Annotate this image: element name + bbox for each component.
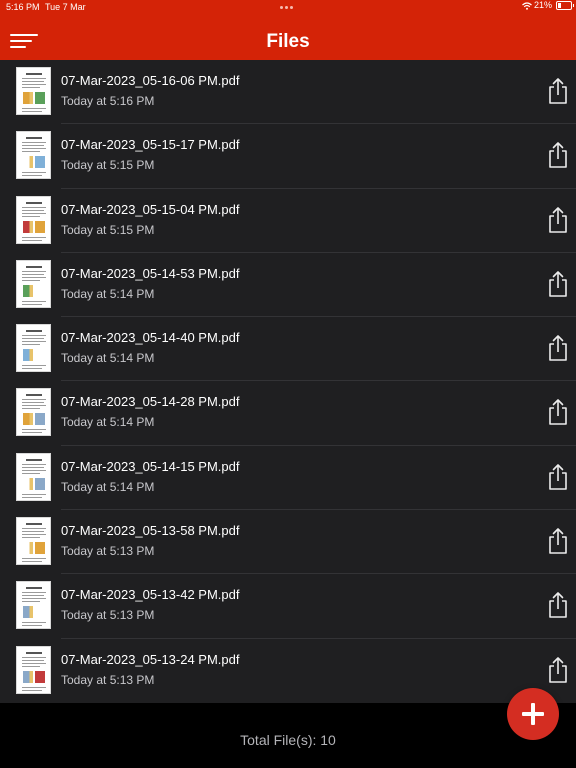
file-list[interactable]: 07-Mar-2023_05-16-06 PM.pdf Today at 5:1… <box>0 60 576 703</box>
file-name: 07-Mar-2023_05-14-40 PM.pdf <box>61 330 240 346</box>
file-name: 07-Mar-2023_05-14-15 PM.pdf <box>61 458 240 474</box>
pdf-thumbnail <box>16 388 51 437</box>
share-icon[interactable] <box>547 77 569 105</box>
pdf-thumbnail <box>16 581 51 630</box>
share-icon[interactable] <box>547 463 569 491</box>
share-icon[interactable] <box>547 591 569 619</box>
pdf-thumbnail <box>16 131 51 180</box>
pdf-thumbnail <box>16 324 51 373</box>
files-screen: 5:16 PM Tue 7 Mar 21% Files 07-Mar-2023_… <box>0 0 576 768</box>
file-modified-time: Today at 5:13 PM <box>61 544 155 559</box>
file-row[interactable]: 07-Mar-2023_05-14-40 PM.pdf Today at 5:1… <box>0 317 576 382</box>
share-icon[interactable] <box>547 141 569 169</box>
app-header: 5:16 PM Tue 7 Mar 21% Files <box>0 0 576 60</box>
pdf-thumbnail <box>16 67 51 115</box>
battery-icon <box>556 1 574 10</box>
battery-percentage: 21% <box>533 0 552 10</box>
file-modified-time: Today at 5:14 PM <box>61 479 155 494</box>
wifi-icon <box>522 2 532 10</box>
status-time: 5:16 PM <box>6 2 40 12</box>
file-row[interactable]: 07-Mar-2023_05-14-15 PM.pdf Today at 5:1… <box>0 446 576 511</box>
file-name: 07-Mar-2023_05-16-06 PM.pdf <box>61 73 240 88</box>
file-modified-time: Today at 5:14 PM <box>61 286 155 301</box>
file-row[interactable]: 07-Mar-2023_05-13-58 PM.pdf Today at 5:1… <box>0 510 576 575</box>
file-row[interactable]: 07-Mar-2023_05-13-24 PM.pdf Today at 5:1… <box>0 639 576 703</box>
file-name: 07-Mar-2023_05-15-17 PM.pdf <box>61 137 240 153</box>
total-files-label: Total File(s): 10 <box>240 732 336 748</box>
share-icon[interactable] <box>547 656 569 684</box>
file-modified-time: Today at 5:15 PM <box>61 158 155 173</box>
footer: Total File(s): 10 <box>0 703 576 768</box>
pdf-thumbnail <box>16 645 51 694</box>
share-icon[interactable] <box>547 334 569 362</box>
file-row[interactable]: 07-Mar-2023_05-16-06 PM.pdf Today at 5:1… <box>0 60 576 125</box>
add-file-button[interactable] <box>507 688 559 740</box>
file-name: 07-Mar-2023_05-14-28 PM.pdf <box>61 394 240 410</box>
share-icon[interactable] <box>547 270 569 298</box>
status-bar: 5:16 PM Tue 7 Mar 21% <box>0 0 576 14</box>
share-icon[interactable] <box>547 206 569 234</box>
file-name: 07-Mar-2023_05-14-53 PM.pdf <box>61 265 240 281</box>
file-row[interactable]: 07-Mar-2023_05-15-04 PM.pdf Today at 5:1… <box>0 189 576 253</box>
status-date: Tue 7 Mar <box>45 2 86 12</box>
file-row[interactable]: 07-Mar-2023_05-15-17 PM.pdf Today at 5:1… <box>0 124 576 189</box>
file-name: 07-Mar-2023_05-15-04 PM.pdf <box>61 201 240 217</box>
file-row[interactable]: 07-Mar-2023_05-13-42 PM.pdf Today at 5:1… <box>0 574 576 639</box>
file-modified-time: Today at 5:14 PM <box>61 351 155 366</box>
file-name: 07-Mar-2023_05-13-58 PM.pdf <box>61 523 240 539</box>
file-name: 07-Mar-2023_05-13-24 PM.pdf <box>61 651 240 667</box>
file-row[interactable]: 07-Mar-2023_05-14-53 PM.pdf Today at 5:1… <box>0 253 576 318</box>
file-modified-time: Today at 5:14 PM <box>61 415 155 430</box>
file-name: 07-Mar-2023_05-13-42 PM.pdf <box>61 587 240 603</box>
file-modified-time: Today at 5:13 PM <box>61 672 155 687</box>
share-icon[interactable] <box>547 398 569 426</box>
multitasking-dots-icon[interactable] <box>280 6 296 9</box>
pdf-thumbnail <box>16 259 51 308</box>
file-modified-time: Today at 5:13 PM <box>61 608 155 623</box>
file-modified-time: Today at 5:16 PM <box>61 94 155 108</box>
pdf-thumbnail <box>16 452 51 501</box>
pdf-thumbnail <box>16 195 51 244</box>
pdf-thumbnail <box>16 517 51 566</box>
share-icon[interactable] <box>547 527 569 555</box>
file-modified-time: Today at 5:15 PM <box>61 222 155 237</box>
file-row[interactable]: 07-Mar-2023_05-14-28 PM.pdf Today at 5:1… <box>0 381 576 446</box>
page-title: Files <box>266 31 310 52</box>
